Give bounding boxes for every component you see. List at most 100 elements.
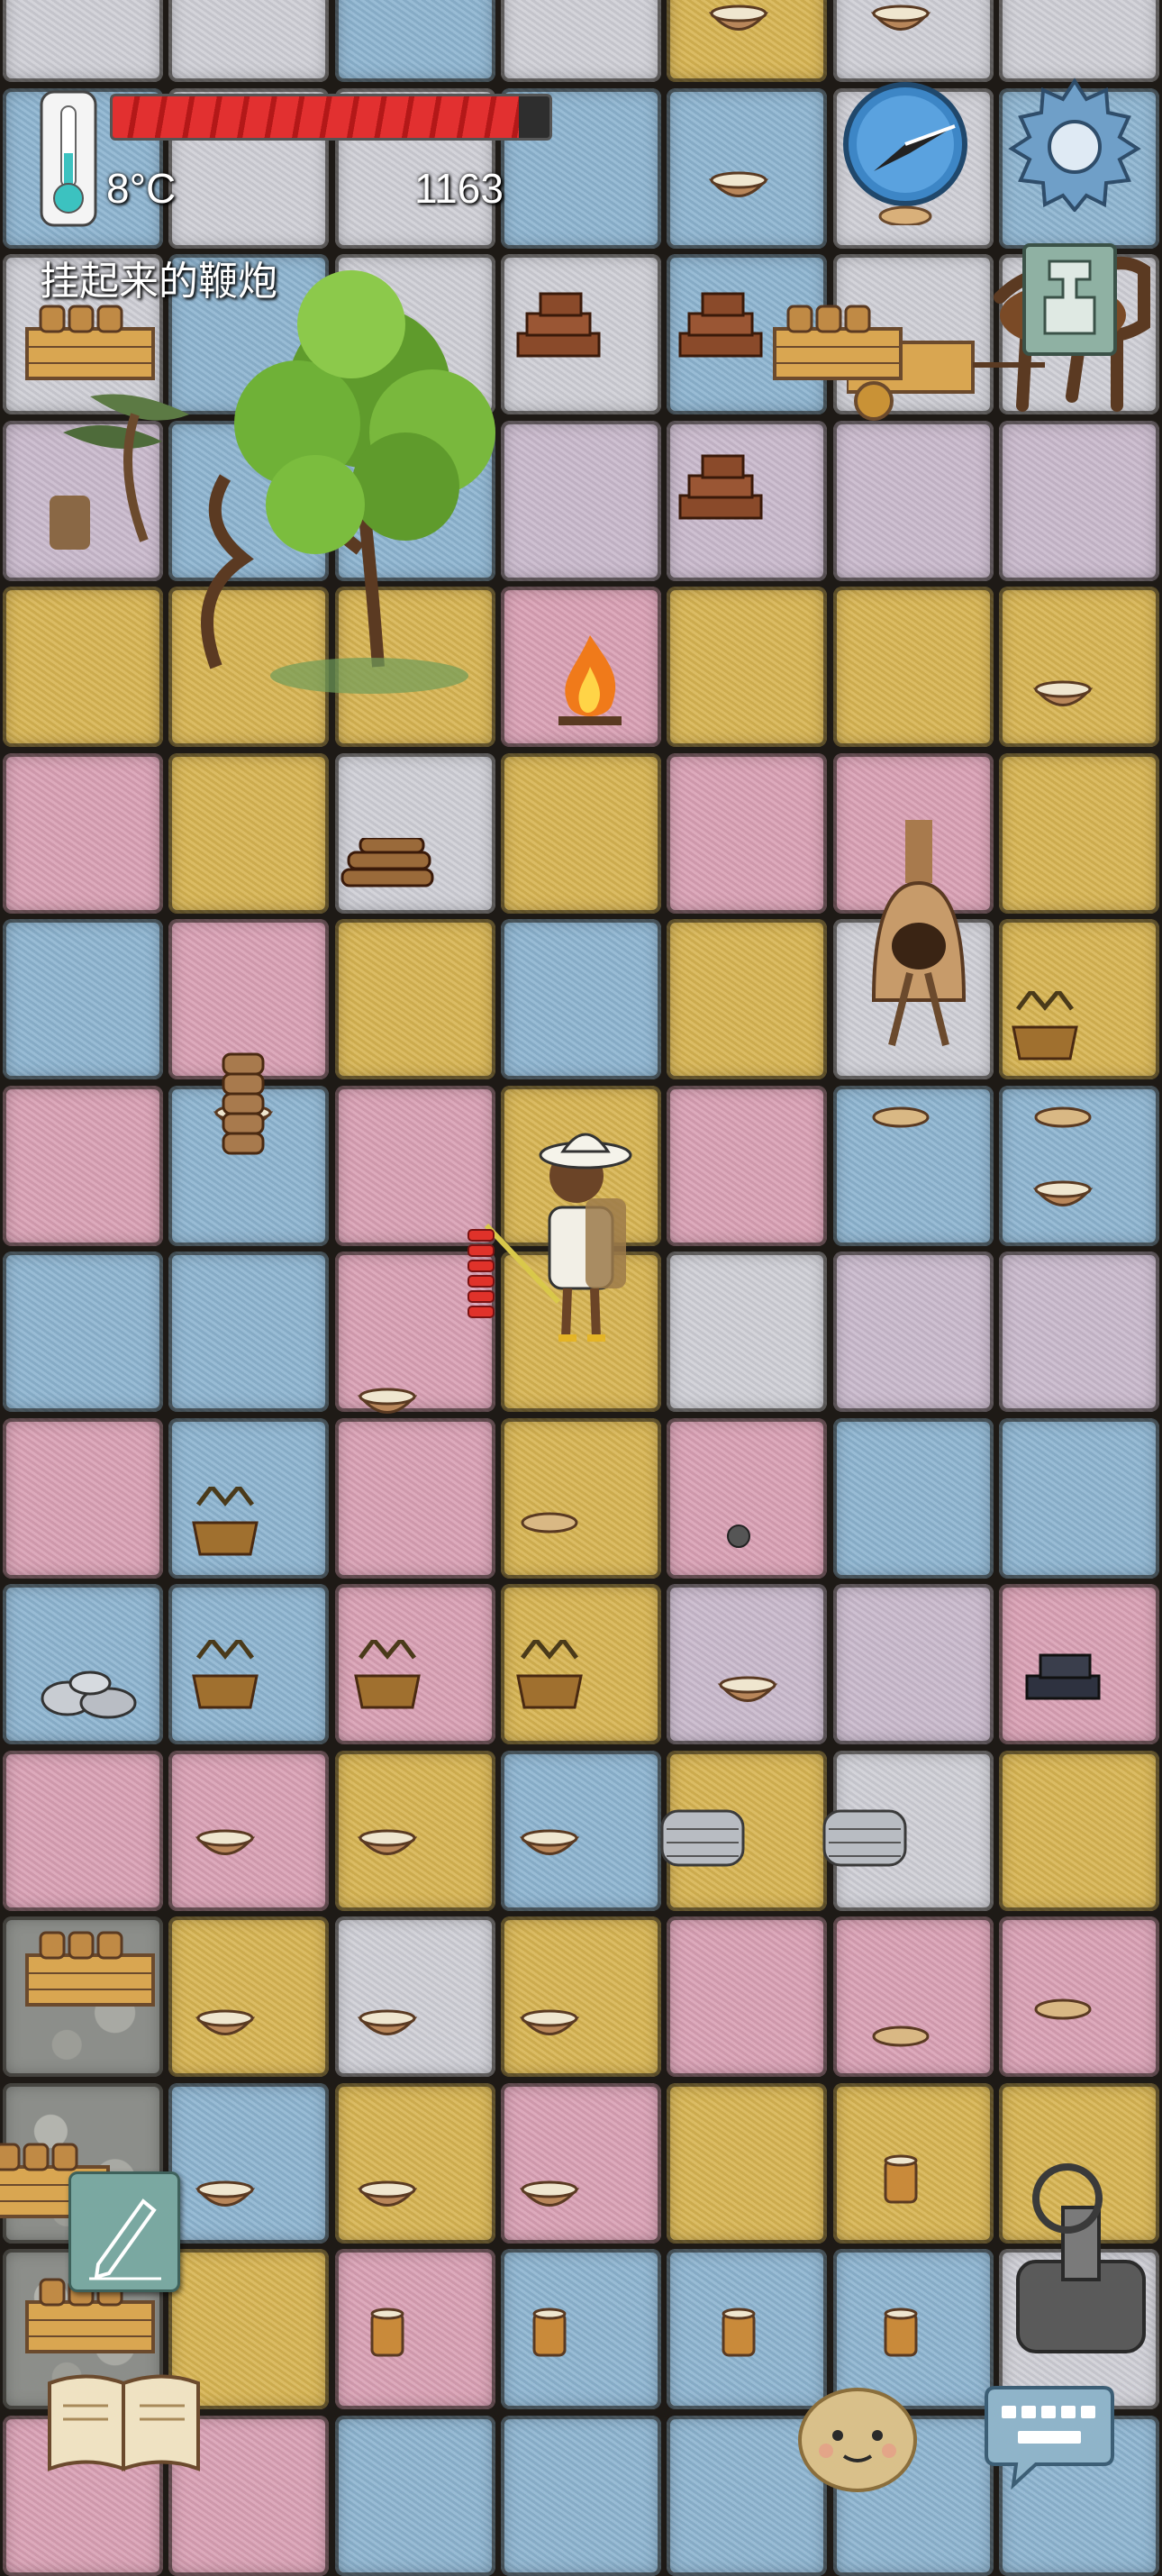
floor-tile[interactable]	[667, 2082, 828, 2244]
floor-tile[interactable]	[500, 1916, 661, 2077]
kiln-icon[interactable]	[856, 820, 982, 1054]
plate-icon[interactable]	[869, 1104, 932, 1131]
floor-tile[interactable]	[500, 919, 661, 1079]
crate-icon[interactable]	[23, 1928, 158, 2009]
bowl-icon[interactable]	[716, 1671, 779, 1716]
bowl-icon[interactable]	[356, 1825, 419, 1870]
stone-icon[interactable]	[725, 1523, 752, 1550]
floor-tile[interactable]	[998, 1750, 1159, 1911]
bowl-icon[interactable]	[869, 0, 932, 45]
floor-tile[interactable]	[998, 752, 1159, 914]
floor-tile[interactable]	[667, 1584, 828, 1744]
player-character[interactable]	[459, 1108, 658, 1352]
floor-tile[interactable]	[832, 1916, 994, 2077]
pencil-note-icon[interactable]	[68, 2171, 180, 2292]
floor-tile[interactable]	[832, 1584, 994, 1744]
gear-icon[interactable]	[1007, 77, 1142, 212]
floor-tile[interactable]	[998, 0, 1159, 82]
basket-icon[interactable]	[513, 1640, 586, 1712]
bricks-icon[interactable]	[671, 288, 770, 360]
plate-stack-icon[interactable]	[820, 1802, 910, 1874]
floor-tile[interactable]	[832, 420, 994, 581]
floor-tile[interactable]	[667, 1085, 828, 1246]
floor-tile[interactable]	[168, 1252, 330, 1412]
pine-tree-icon[interactable]	[36, 360, 216, 568]
floor-tile[interactable]	[667, 587, 828, 747]
floor-tile[interactable]	[832, 1417, 994, 1579]
basket-icon[interactable]	[189, 1487, 261, 1559]
bowl-icon[interactable]	[518, 2176, 581, 2221]
floor-tile[interactable]	[500, 1417, 661, 1579]
floor-tile[interactable]	[500, 2249, 661, 2409]
bowl-icon[interactable]	[356, 2176, 419, 2221]
floor-tile[interactable]	[832, 1252, 994, 1412]
floor-tile[interactable]	[667, 1417, 828, 1579]
bowl-icon[interactable]	[518, 1825, 581, 1870]
floor-tile[interactable]	[3, 1417, 163, 1579]
floor-tile[interactable]	[3, 752, 163, 914]
bowl-icon[interactable]	[518, 2005, 581, 2050]
stacked-baskets-icon[interactable]	[216, 1050, 270, 1167]
cup-icon[interactable]	[878, 2307, 923, 2361]
cup-icon[interactable]	[365, 2307, 410, 2361]
floor-tile[interactable]	[3, 1252, 163, 1412]
bowl-icon[interactable]	[1031, 676, 1094, 721]
plate-icon[interactable]	[869, 2023, 932, 2050]
floor-tile[interactable]	[667, 752, 828, 914]
logs-icon[interactable]	[338, 838, 437, 892]
floor-tile[interactable]	[3, 0, 163, 82]
bricks-icon[interactable]	[509, 288, 608, 360]
bowl-icon[interactable]	[194, 2176, 257, 2221]
bowl-icon[interactable]	[194, 1825, 257, 1870]
floor-tile[interactable]	[500, 2415, 661, 2576]
plate-icon[interactable]	[518, 1509, 581, 1536]
basket-icon[interactable]	[1009, 991, 1081, 1063]
bowl-icon[interactable]	[1031, 1176, 1094, 1221]
floor-tile[interactable]	[667, 919, 828, 1079]
well-pump-icon[interactable]	[1000, 2153, 1162, 2361]
cup-icon[interactable]	[527, 2307, 572, 2361]
book-icon[interactable]	[45, 2370, 203, 2476]
floor-tile[interactable]	[334, 919, 495, 1079]
floor-tile[interactable]	[832, 587, 994, 747]
basket-icon[interactable]	[351, 1640, 423, 1712]
floor-tile[interactable]	[998, 1417, 1159, 1579]
cup-icon[interactable]	[878, 2153, 923, 2207]
keyboard-chat-icon[interactable]	[982, 2379, 1117, 2491]
floor-tile[interactable]	[667, 1252, 828, 1412]
plate-icon[interactable]	[1031, 1104, 1094, 1131]
floor-tile[interactable]	[998, 1252, 1159, 1412]
crate-icon[interactable]	[770, 302, 905, 383]
floor-tile[interactable]	[334, 2249, 495, 2409]
floor-tile[interactable]	[3, 919, 163, 1079]
basket-icon[interactable]	[189, 1640, 261, 1712]
bowl-icon[interactable]	[707, 167, 770, 212]
crate-icon[interactable]	[23, 302, 158, 383]
potato-face-icon[interactable]	[794, 2377, 921, 2494]
spade-coin-icon[interactable]	[1022, 243, 1117, 356]
coal-icon[interactable]	[1022, 1644, 1103, 1707]
floor-tile[interactable]	[168, 1916, 330, 2077]
plate-icon[interactable]	[1031, 1996, 1094, 2023]
fire-icon[interactable]	[549, 631, 631, 730]
plate-stack-icon[interactable]	[658, 1802, 748, 1874]
floor-tile[interactable]	[168, 0, 330, 82]
floor-tile[interactable]	[334, 1916, 495, 2077]
floor-tile[interactable]	[500, 752, 661, 914]
floor-tile[interactable]	[334, 1417, 495, 1579]
bricks-icon[interactable]	[671, 451, 770, 523]
floor-tile[interactable]	[500, 0, 661, 82]
bowl-icon[interactable]	[356, 2005, 419, 2050]
floor-tile[interactable]	[334, 2415, 495, 2576]
bowl-icon[interactable]	[356, 1383, 419, 1428]
floor-tile[interactable]	[334, 0, 495, 82]
compass-icon[interactable]	[838, 81, 973, 225]
bowl-icon[interactable]	[707, 0, 770, 45]
floor-tile[interactable]	[168, 752, 330, 914]
rock-pile-icon[interactable]	[41, 1667, 140, 1721]
floor-tile[interactable]	[998, 420, 1159, 581]
cup-icon[interactable]	[716, 2307, 761, 2361]
floor-tile[interactable]	[3, 1750, 163, 1911]
floor-tile[interactable]	[3, 1085, 163, 1246]
floor-tile[interactable]	[667, 1916, 828, 2077]
